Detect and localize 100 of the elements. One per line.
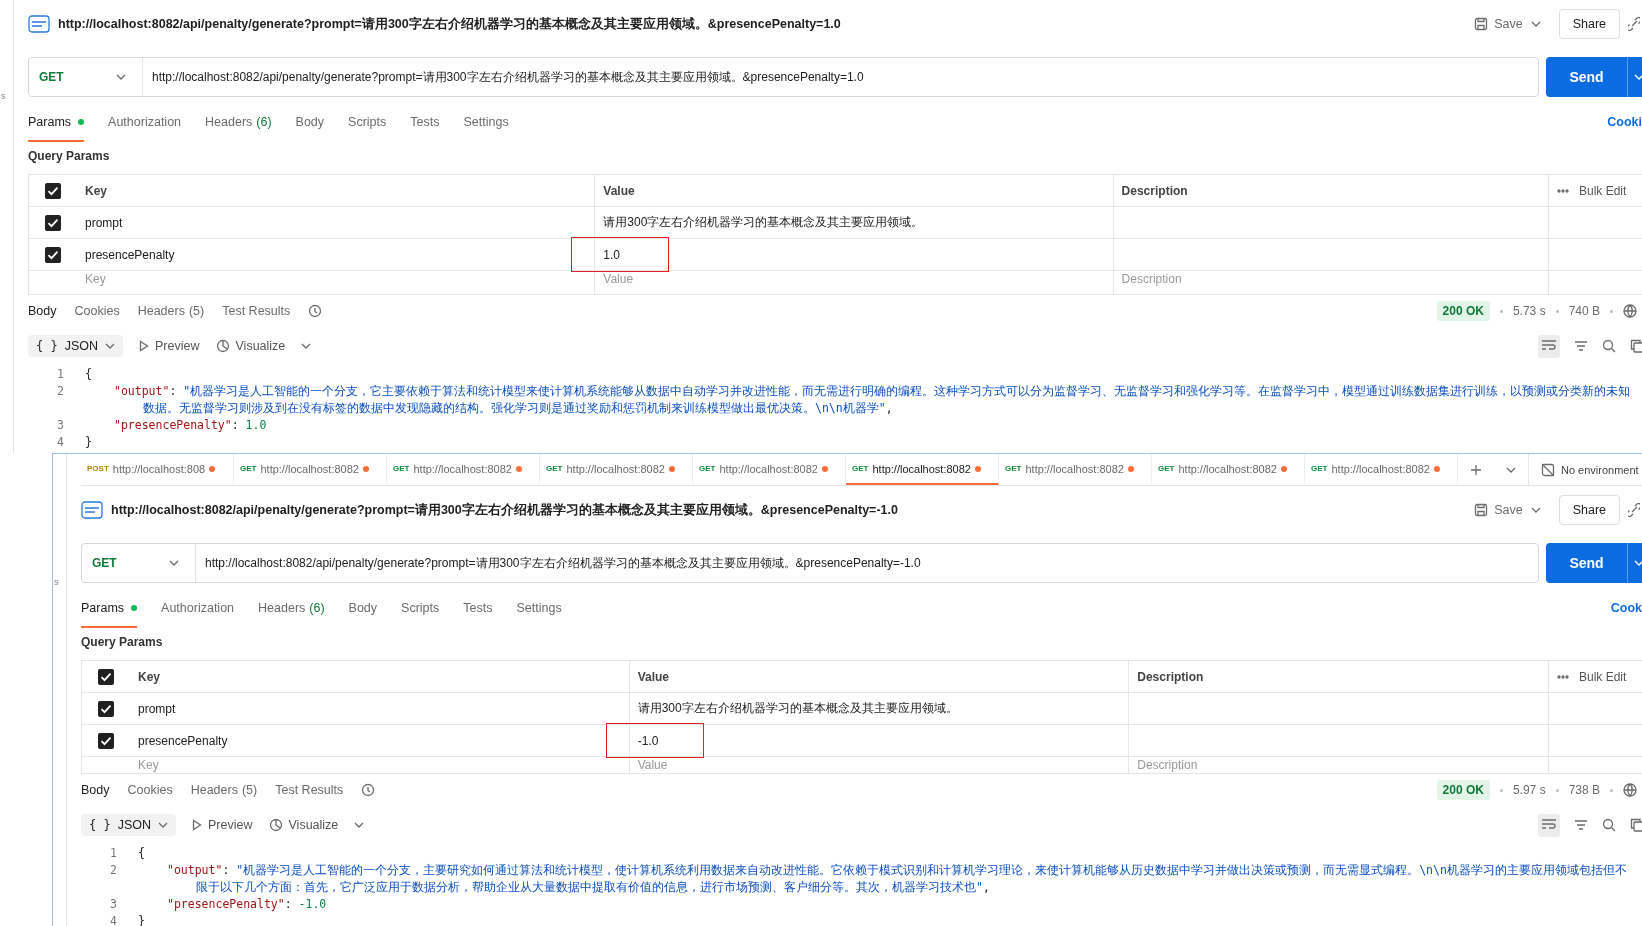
value-placeholder[interactable]: Value xyxy=(637,758,668,772)
param-value: -1.0 xyxy=(637,733,659,748)
column-header: Description xyxy=(1121,183,1188,198)
param-key: presencePenalty xyxy=(85,247,175,262)
request-tab[interactable]: Headers (6) xyxy=(258,588,325,628)
request-tab[interactable]: GET http://localhost:8082 xyxy=(999,454,1152,485)
response-tab[interactable]: Cookies xyxy=(127,774,173,806)
sidebar-text-fragment: s xyxy=(1,91,6,101)
request-tab[interactable]: Body xyxy=(348,588,378,628)
visualize-button[interactable]: Visualize xyxy=(268,818,339,832)
request-title: http://localhost:8082/api/penalty/generate?prompt=请用300字左右介绍机器学习的基本概念及其主要应用领域。&presencePenalty=1.0 xyxy=(58,15,841,33)
value-placeholder[interactable]: Value xyxy=(603,272,634,286)
status-badge: 200 OK xyxy=(1436,301,1490,321)
request-tab[interactable]: Tests xyxy=(410,102,440,142)
send-button[interactable]: Send xyxy=(1546,543,1627,583)
response-tab[interactable]: Body xyxy=(81,774,110,806)
request-title: http://localhost:8082/api/penalty/generate?prompt=请用300字左右介绍机器学习的基本概念及其主要应用领域。&presencePenalty=-1.0 xyxy=(111,501,898,519)
share-button[interactable]: Share xyxy=(1558,495,1620,525)
code-line: } xyxy=(137,913,146,926)
param-key: presencePenalty xyxy=(138,733,228,748)
format-dropdown[interactable]: { } JSON xyxy=(81,814,177,836)
line-number: 3 xyxy=(56,417,64,434)
request-tab[interactable]: Params xyxy=(28,102,85,142)
response-tab[interactable]: Headers (5) xyxy=(190,774,258,806)
request-tab[interactable]: Params xyxy=(81,588,138,628)
line-number: 1 xyxy=(56,366,64,383)
save-button[interactable]: Save xyxy=(1474,17,1523,31)
response-time: 5.97 s xyxy=(1512,783,1546,797)
send-button[interactable]: Send xyxy=(1546,57,1627,97)
cookies-link[interactable]: Cook xyxy=(1610,601,1642,615)
request-tab[interactable]: Settings xyxy=(516,588,562,628)
param-value: 请用300字左右介绍机器学习的基本概念及其主要应用领域。 xyxy=(603,214,924,231)
share-button[interactable]: Share xyxy=(1558,9,1620,39)
save-button[interactable]: Save xyxy=(1474,503,1523,517)
request-tab[interactable]: GET http://localhost:8082 xyxy=(1152,454,1305,485)
response-tab[interactable]: Cookies xyxy=(74,295,120,327)
code-line: "output": "机器学习是人工智能的一个分支，它主要依赖于算法和统计模型来使计算机系统能够从数据中自动学习并改进性能，而无需进行明确的编程。这种学习方式可以分为监督学习、无监督学习和强化学习等。在监督学习中，模型通过训练数据集进行训练，以预测或分类新的未知数据。无监督学习则涉及到在没有标签的数据中发现隐藏的结构。强化学习则是通过奖励和惩罚机制来训练模型做出最优决策。\n\n机器学", xyxy=(113,383,1632,417)
method-dropdown[interactable]: GET xyxy=(82,544,196,582)
response-size: 740 B xyxy=(1568,304,1600,318)
request-tab[interactable]: POST http://localhost:808 xyxy=(81,454,234,485)
method-dropdown[interactable]: GET xyxy=(29,58,143,96)
request-tab[interactable]: GET http://localhost:8082 xyxy=(846,454,999,485)
code-line: { xyxy=(84,366,93,383)
format-dropdown[interactable]: { } JSON xyxy=(28,335,124,357)
request-tab[interactable]: Scripts xyxy=(401,588,440,628)
preview-button[interactable]: Preview xyxy=(192,818,253,832)
param-value: 请用300字左右介绍机器学习的基本概念及其主要应用领域。 xyxy=(637,700,958,717)
response-tab[interactable]: Headers (5) xyxy=(137,295,205,327)
request-tab[interactable]: Tests xyxy=(463,588,493,628)
request-tab[interactable]: GET http://localhost:8082 xyxy=(693,454,846,485)
url-field[interactable]: http://localhost:8082/api/penalty/generate?prompt=请用300字左右介绍机器学习的基本概念及其主要应用领域。&presencePenalty=1.0 xyxy=(143,68,864,86)
code-line: "presencePenalty": -1.0 xyxy=(166,896,328,913)
param-key: prompt xyxy=(138,701,176,716)
column-header: Key xyxy=(85,183,107,198)
request-tab[interactable]: GET http://localhost:8082 xyxy=(234,454,387,485)
request-tab[interactable]: Headers (6) xyxy=(205,102,272,142)
line-number: 2 xyxy=(109,862,117,879)
code-line: { xyxy=(137,845,146,862)
request-tab[interactable]: Body xyxy=(295,102,325,142)
description-placeholder[interactable]: Description xyxy=(1121,272,1182,286)
line-number: 4 xyxy=(109,913,117,926)
cookies-link[interactable]: Cooki xyxy=(1607,115,1642,129)
preview-button[interactable]: Preview xyxy=(139,339,200,353)
description-placeholder[interactable]: Description xyxy=(1137,758,1198,772)
column-header: Description xyxy=(1137,669,1204,684)
param-key: prompt xyxy=(85,215,123,230)
section-heading: Query Params xyxy=(28,149,110,163)
section-heading: Query Params xyxy=(81,635,163,649)
bulk-edit-link[interactable]: Bulk Edit xyxy=(1579,669,1627,684)
line-number: 3 xyxy=(109,896,117,913)
code-line: } xyxy=(84,434,93,451)
response-tab[interactable]: Test Results xyxy=(275,774,344,806)
response-size: 738 B xyxy=(1568,783,1600,797)
column-header: Value xyxy=(637,669,669,684)
bulk-edit-link[interactable]: Bulk Edit xyxy=(1579,183,1627,198)
request-tab[interactable]: Settings xyxy=(463,102,509,142)
key-placeholder[interactable]: Key xyxy=(138,758,159,772)
response-tab[interactable]: Body xyxy=(28,295,57,327)
param-value: 1.0 xyxy=(603,247,620,262)
visualize-button[interactable]: Visualize xyxy=(215,339,286,353)
request-tab[interactable]: GET http://localhost:8082 xyxy=(540,454,693,485)
request-tab[interactable]: Authorization xyxy=(161,588,235,628)
line-number: 2 xyxy=(56,383,64,400)
code-line: "presencePenalty": 1.0 xyxy=(113,417,268,434)
environment-selector[interactable]: No environment xyxy=(1561,463,1639,476)
line-number: 4 xyxy=(56,434,64,451)
request-tab[interactable]: GET http://localhost:8082 xyxy=(387,454,540,485)
key-placeholder[interactable]: Key xyxy=(85,272,106,286)
column-header: Value xyxy=(603,183,635,198)
response-time: 5.73 s xyxy=(1512,304,1546,318)
line-number: 1 xyxy=(109,845,117,862)
response-tab[interactable]: Test Results xyxy=(222,295,291,327)
status-badge: 200 OK xyxy=(1436,780,1490,800)
column-header: Key xyxy=(138,669,160,684)
request-tab[interactable]: Scripts xyxy=(348,102,387,142)
url-field[interactable]: http://localhost:8082/api/penalty/generate?prompt=请用300字左右介绍机器学习的基本概念及其主要应用领域。&presencePenalty=-1.0 xyxy=(196,554,921,572)
sidebar-text-fragment: s xyxy=(54,577,59,587)
code-line: "output": "机器学习是人工智能的一个分支，主要研究如何通过算法和统计模型，使计算机系统利用数据来自动改进性能。它依赖于模式识别和计算机学习理论，来使计算机能够从历史数据中学习并做出决策或预测，而无需显式编程。\n\n机器学习的主要应用领域包括但不限于以下几个方面：首先，它广泛应用于数据分析，帮助企业从大量数据中提取有价值的信息，进行市场预测、客户细分等。其次，机器学习技术也", xyxy=(166,862,1628,896)
request-tab[interactable]: Authorization xyxy=(108,102,182,142)
request-tab[interactable]: GET http://localhost:8082 xyxy=(1305,454,1458,485)
